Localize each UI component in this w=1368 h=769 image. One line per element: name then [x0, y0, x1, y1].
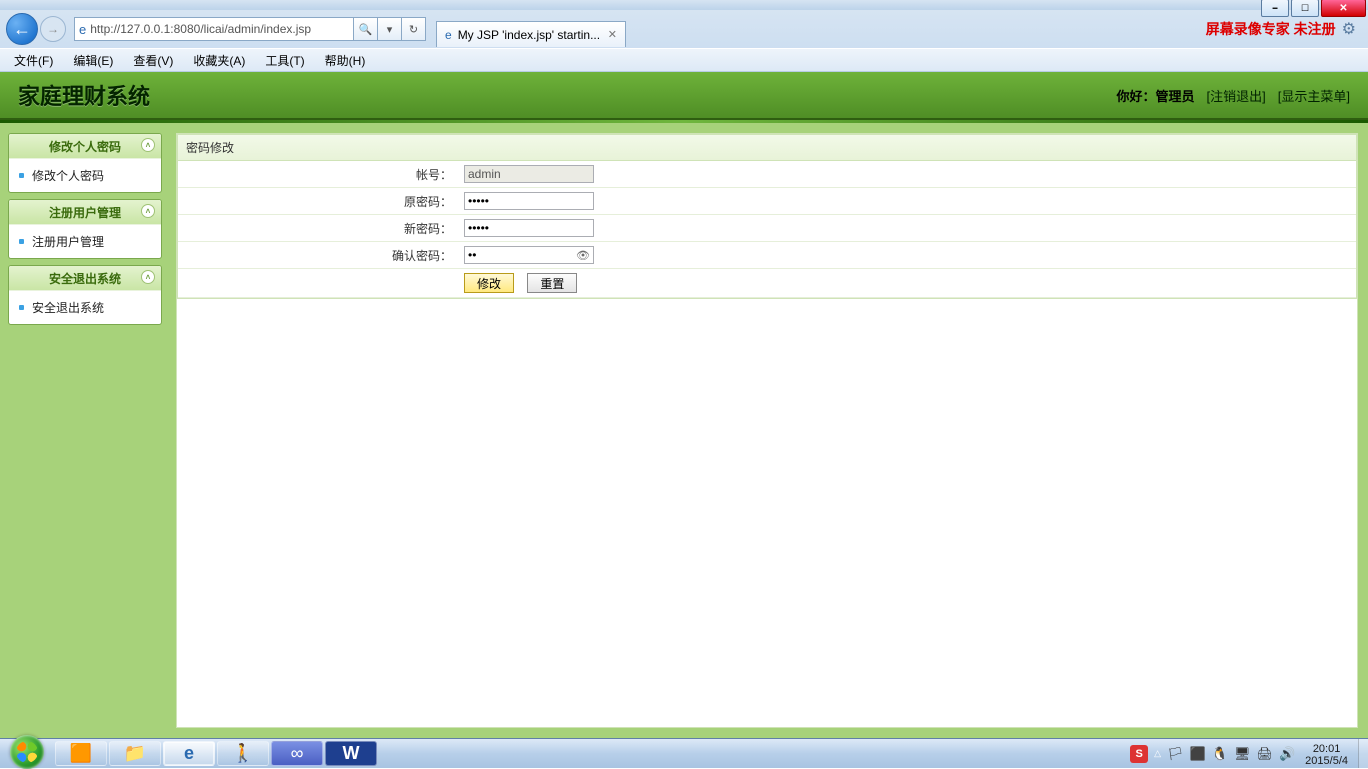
sogou-ime-icon[interactable]: S	[1130, 745, 1148, 763]
confirm-password-label: 确认密码：	[178, 242, 458, 269]
sidebar-block-password: 修改个人密码 ˄ 修改个人密码	[8, 133, 162, 193]
old-password-label: 原密码：	[178, 188, 458, 215]
window-titlebar	[0, 0, 1368, 10]
sidebar-head-label: 注册用户管理	[49, 204, 121, 221]
sidebar-item-user-management[interactable]: 注册用户管理	[9, 224, 161, 258]
collapse-icon[interactable]: ˄	[141, 138, 155, 152]
account-input	[464, 165, 594, 183]
taskbar-app-3[interactable]: ∞	[271, 741, 323, 766]
menu-help[interactable]: 帮助(H)	[317, 50, 374, 71]
ie-navigation-bar: ← → e 🔍 ▾ ↻ e My JSP 'index.jsp' startin…	[0, 10, 1368, 48]
sidebar-item-safe-exit[interactable]: 安全退出系统	[9, 290, 161, 324]
sidebar-head-label: 安全退出系统	[49, 270, 121, 287]
sidebar-head-label: 修改个人密码	[49, 138, 121, 155]
volume-icon[interactable]: 🔊	[1279, 746, 1295, 762]
recorder-watermark: 屏幕录像专家 未注册	[1206, 19, 1336, 39]
ie-menu-bar: 文件(F) 编辑(E) 查看(V) 收藏夹(A) 工具(T) 帮助(H)	[0, 48, 1368, 72]
sidebar: 修改个人密码 ˄ 修改个人密码 注册用户管理 ˄ 注册用户管理 安全退出系统 ˄ 安全…	[0, 123, 170, 738]
menu-edit[interactable]: 编辑(E)	[65, 50, 121, 71]
tray-icon[interactable]: ⬛	[1190, 746, 1206, 762]
taskbar: 🟧 📁 e 🚶 ∞ W S △ 🏳 ⬛ 🐧 🖥 🖨 🔊 20:01 2015/5…	[0, 738, 1368, 768]
taskbar-ie[interactable]: e	[163, 741, 215, 766]
menu-tools[interactable]: 工具(T)	[257, 50, 312, 71]
menu-view[interactable]: 查看(V)	[125, 50, 181, 71]
content-panel: 密码修改 帐号： 原密码： 新密码： 确认密码：	[176, 133, 1358, 728]
back-button[interactable]: ←	[6, 13, 38, 45]
hello-text: 你好：管理员	[1116, 86, 1194, 105]
window-close-button[interactable]	[1321, 0, 1366, 17]
tray-icon[interactable]: 🖨	[1256, 746, 1273, 762]
old-password-input[interactable]	[464, 192, 594, 210]
dropdown-icon[interactable]: ▾	[378, 17, 402, 41]
reset-button[interactable]: 重置	[527, 273, 577, 293]
logout-link[interactable]: 注销退出	[1206, 86, 1265, 105]
clock[interactable]: 20:01 2015/5/4	[1301, 741, 1356, 767]
menu-file[interactable]: 文件(F)	[6, 50, 61, 71]
start-button[interactable]	[0, 739, 54, 768]
address-input[interactable]	[90, 22, 349, 36]
tab-close-icon[interactable]: ✕	[608, 28, 617, 41]
app-header: 家庭理财系统 你好：管理员 注销退出 显示主菜单	[0, 72, 1368, 120]
confirm-password-input[interactable]	[464, 246, 594, 264]
new-password-label: 新密码：	[178, 215, 458, 242]
ie-tab-icon: e	[445, 28, 452, 42]
new-password-input[interactable]	[464, 219, 594, 237]
taskbar-app-2[interactable]: 🚶	[217, 741, 269, 766]
collapse-icon[interactable]: ˄	[141, 270, 155, 284]
sidebar-item-change-password[interactable]: 修改个人密码	[9, 158, 161, 192]
system-tray: S △ 🏳 ⬛ 🐧 🖥 🖨 🔊 20:01 2015/5/4	[1128, 739, 1358, 768]
refresh-icon[interactable]: ↻	[402, 17, 426, 41]
show-menu-link[interactable]: 显示主菜单	[1278, 86, 1350, 105]
taskbar-explorer[interactable]: 📁	[109, 741, 161, 766]
tab-title: My JSP 'index.jsp' startin...	[458, 28, 600, 42]
taskbar-app-4[interactable]: W	[325, 741, 377, 766]
panel-title: 密码修改	[178, 135, 1356, 161]
reveal-password-icon[interactable]: 👁	[576, 249, 590, 262]
collapse-icon[interactable]: ˄	[141, 204, 155, 218]
show-desktop-button[interactable]	[1358, 739, 1368, 768]
menu-favorites[interactable]: 收藏夹(A)	[185, 50, 253, 71]
tray-icon[interactable]: 🖥	[1234, 746, 1251, 762]
browser-tab[interactable]: e My JSP 'index.jsp' startin... ✕	[436, 21, 626, 47]
account-label: 帐号：	[178, 161, 458, 188]
search-icon[interactable]: 🔍	[354, 17, 378, 41]
tray-icon[interactable]: 🏳	[1167, 746, 1184, 762]
ie-page-icon: e	[79, 22, 86, 37]
address-bar[interactable]: e	[74, 17, 354, 41]
tools-gear-icon[interactable]: ⚙	[1342, 19, 1356, 39]
window-minimize-button[interactable]	[1261, 0, 1289, 17]
window-maximize-button[interactable]	[1291, 0, 1319, 17]
tray-expand-icon[interactable]: △	[1154, 748, 1161, 759]
forward-button[interactable]: →	[40, 16, 66, 42]
sidebar-block-users: 注册用户管理 ˄ 注册用户管理	[8, 199, 162, 259]
taskbar-app-1[interactable]: 🟧	[55, 741, 107, 766]
tray-icon[interactable]: 🐧	[1212, 746, 1228, 762]
app-title: 家庭理财系统	[18, 79, 150, 111]
sidebar-block-exit: 安全退出系统 ˄ 安全退出系统	[8, 265, 162, 325]
submit-button[interactable]: 修改	[464, 273, 514, 293]
